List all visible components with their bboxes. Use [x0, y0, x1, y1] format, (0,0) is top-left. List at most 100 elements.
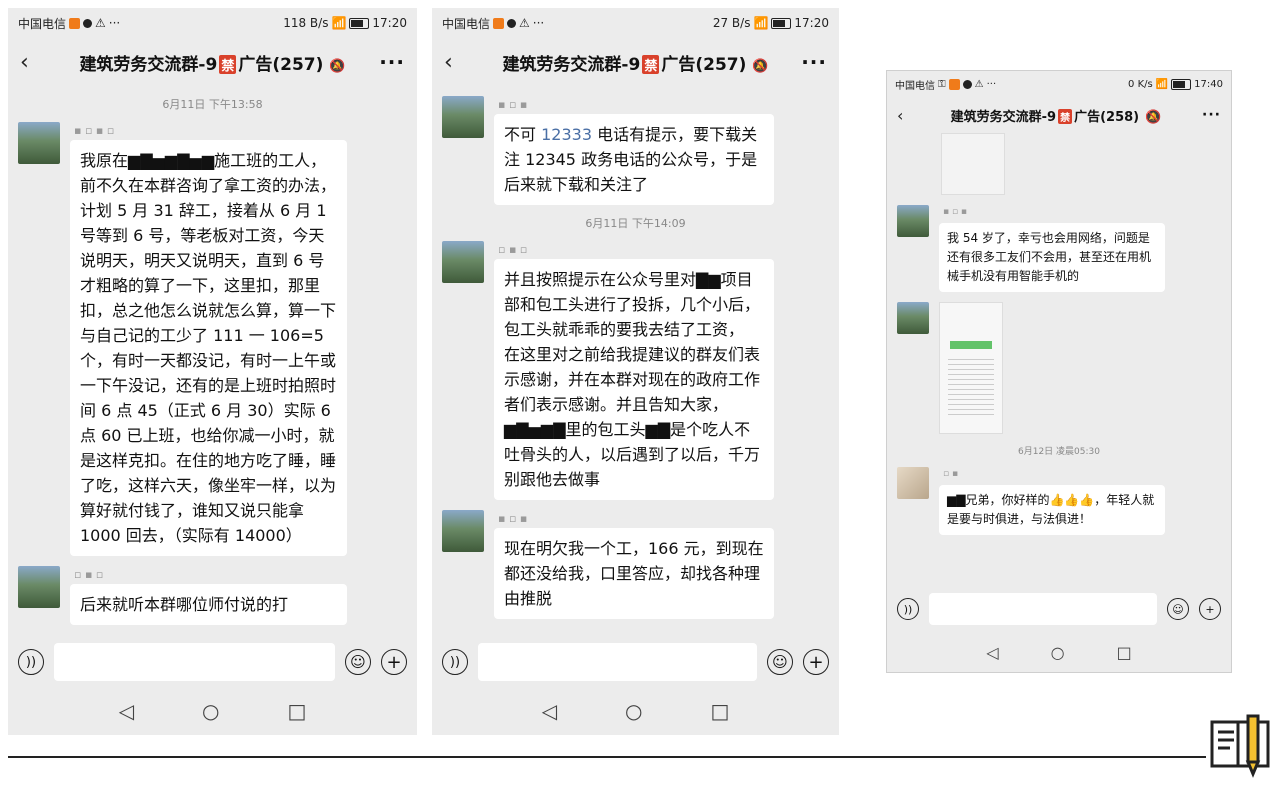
avatar[interactable]	[442, 510, 484, 552]
wifi-icon: 📶	[331, 16, 347, 30]
more-icon[interactable]: ···	[375, 50, 405, 74]
list-item: ▫ ▪ ▫ 并且按照提示在公众号里对▇▆项目部和包工头进行了投拆，几个小后，包工…	[442, 241, 829, 500]
sender-name-redacted: ▫ ▪	[943, 469, 959, 479]
chat-list[interactable]: 6月11日 下午13:58 ▪ ▫ ▪ ▫ 我原在▆▇▅▆▇▅▆施工班的工人，前…	[8, 86, 417, 637]
list-item: ▫ ▪ ▆▇兄弟，你好样的👍👍👍，年轻人就是要与时俱进，与法俱进！	[897, 467, 1221, 535]
list-item: ▪ ▫ ▪ 现在明欠我一个工，166 元，到现在都还没给我，口里答应，却找各种理…	[442, 510, 829, 619]
sender-name-redacted: ▪ ▫ ▪	[943, 207, 968, 217]
network-speed: 27 B/s	[712, 16, 751, 30]
back-icon[interactable]: ‹	[444, 50, 474, 75]
message-bubble[interactable]: 并且按照提示在公众号里对▇▆项目部和包工头进行了投拆，几个小后，包工头就乖乖的要…	[494, 259, 774, 500]
clock: 17:40	[1194, 78, 1223, 90]
timestamp: 6月12日 凌晨05:30	[1018, 447, 1100, 457]
chat-title: 建筑劳务交流群-9 禁广告(258) 🔕	[950, 108, 1162, 125]
plus-icon[interactable]: +	[381, 649, 407, 675]
chat-list[interactable]: ▪ ▫ ▪ 我 54 岁了，幸亏也会用网络，问题是还有很多工友们不会用，甚至还在…	[887, 133, 1231, 586]
avatar[interactable]	[897, 467, 929, 499]
redacted-text: ▆▇	[947, 493, 966, 507]
clock: 17:20	[794, 16, 829, 30]
wechat-notification-icon	[83, 18, 93, 28]
ban-badge: 禁	[219, 54, 237, 74]
message-input[interactable]	[478, 643, 757, 681]
back-icon[interactable]: ‹	[20, 50, 50, 75]
voice-icon[interactable]: ))	[442, 649, 468, 675]
battery-icon	[349, 17, 370, 29]
phone-number-link[interactable]: 12333	[541, 125, 592, 144]
wechat-notification-icon	[507, 18, 517, 28]
emoji-icon[interactable]: ☺	[767, 649, 793, 675]
avatar[interactable]	[897, 302, 929, 334]
redacted-text: ▆▇	[645, 420, 671, 439]
list-item: ▫ ▪ ▫ 后来就听本群哪位师付说的打	[18, 566, 407, 625]
voice-icon[interactable]: ))	[897, 598, 919, 620]
message-bubble[interactable]: 我原在▆▇▅▆▇▅▆施工班的工人，前不久在本群咨询了拿工资的办法，计划 5 月 …	[70, 140, 347, 556]
message-input[interactable]	[54, 643, 335, 681]
sender-name-redacted: ▪ ▫ ▪	[498, 98, 528, 111]
status-bar: 中国电信 ⚿ ⚠ ··· 0 K/s 📶 17:40	[895, 78, 1223, 92]
nav-back-icon[interactable]: ◁	[542, 699, 557, 723]
avatar[interactable]	[442, 96, 484, 138]
nav-recents-icon[interactable]: □	[710, 699, 729, 723]
app-notification-icon	[69, 17, 81, 29]
app-notification-icon	[493, 17, 505, 29]
emoji-icon[interactable]: ☺	[345, 649, 371, 675]
voice-icon[interactable]: ))	[18, 649, 44, 675]
nav-home-icon[interactable]: ○	[625, 699, 642, 723]
list-item: ▪ ▫ ▪ 我 54 岁了，幸亏也会用网络，问题是还有很多工友们不会用，甚至还在…	[897, 205, 1221, 292]
plus-icon[interactable]: +	[1199, 598, 1221, 620]
redacted-text: ▆▇▅▆▇	[504, 420, 566, 439]
mute-bell-icon: 🔕	[329, 58, 346, 74]
key-icon: ⚿	[938, 78, 946, 90]
phone-screenshot-2: 中国电信 ⚠ ··· 27 B/s 📶 17:20 ‹ 建筑劳务交流群-9 禁广告(257…	[432, 8, 839, 735]
status-bar: 中国电信 ⚠ ··· 27 B/s 📶 17:20	[442, 16, 829, 31]
system-nav-bar: ◁ ○ □	[432, 687, 839, 735]
battery-icon	[1171, 78, 1192, 90]
chat-list[interactable]: ▪ ▫ ▪ 不可 12333 电话有提示，要下载关注 12345 政务电话的公众…	[432, 86, 839, 637]
nav-home-icon[interactable]: ○	[202, 699, 219, 723]
nav-back-icon[interactable]: ◁	[119, 699, 134, 723]
battery-icon	[771, 17, 792, 29]
image-message-thumbnail[interactable]	[941, 133, 1005, 195]
app-notification-icon	[948, 78, 960, 90]
book-pen-icon	[1210, 714, 1270, 778]
back-icon[interactable]: ‹	[897, 106, 921, 125]
chat-title: 建筑劳务交流群-9 禁广告(257) 🔕	[502, 54, 769, 75]
nav-recents-icon[interactable]: □	[1117, 643, 1132, 662]
more-icon[interactable]: ···	[1191, 107, 1221, 123]
list-item: ▪ ▫ ▪ ▫ 我原在▆▇▅▆▇▅▆施工班的工人，前不久在本群咨询了拿工资的办法…	[18, 122, 407, 556]
message-bubble[interactable]: 我 54 岁了，幸亏也会用网络，问题是还有很多工友们不会用，甚至还在用机械手机没…	[939, 223, 1165, 292]
image-message-screenshot[interactable]	[939, 302, 1003, 434]
message-bubble[interactable]: 现在明欠我一个工，166 元，到现在都还没给我，口里答应，却找各种理由推脱	[494, 528, 774, 619]
input-bar: )) ☺ +	[887, 586, 1231, 632]
warning-icon: ⚠	[95, 16, 106, 30]
avatar[interactable]	[18, 566, 60, 608]
chat-header: ‹ 建筑劳务交流群-9 禁广告(258) 🔕 ···	[887, 97, 1231, 133]
phone-screenshot-1: 中国电信 ⚠ ··· 118 B/s 📶 17:20 ‹ 建筑劳务交流群-9 禁广告(25…	[8, 8, 417, 735]
nav-recents-icon[interactable]: □	[287, 699, 306, 723]
emoji-icon[interactable]: ☺	[1167, 598, 1189, 620]
avatar[interactable]	[18, 122, 60, 164]
wifi-icon: 📶	[753, 16, 769, 30]
avatar[interactable]	[442, 241, 484, 283]
redacted-text: ▆▇▅▆▇▅▆	[128, 151, 215, 170]
avatar[interactable]	[897, 205, 929, 237]
input-bar: )) ☺ +	[8, 637, 417, 687]
plus-icon[interactable]: +	[803, 649, 829, 675]
chat-title: 建筑劳务交流群-9 禁广告(257) 🔕	[79, 54, 346, 75]
input-bar: )) ☺ +	[432, 637, 839, 687]
nav-back-icon[interactable]: ◁	[986, 643, 998, 662]
more-icon[interactable]: ···	[797, 50, 827, 74]
mute-bell-icon: 🔕	[1145, 109, 1162, 125]
message-bubble[interactable]: 后来就听本群哪位师付说的打	[70, 584, 347, 625]
carrier-text: 中国电信	[895, 80, 935, 92]
network-speed: 0 K/s	[1128, 78, 1153, 90]
carrier-text: 中国电信	[442, 16, 491, 31]
message-bubble[interactable]: 不可 12333 电话有提示，要下载关注 12345 政务电话的公众号，于是后来…	[494, 114, 774, 205]
phone-screenshot-3: 中国电信 ⚿ ⚠ ··· 0 K/s 📶 17:40 ‹ 建筑劳务交流群-9 禁广告(258…	[886, 70, 1232, 673]
message-bubble[interactable]: ▆▇兄弟，你好样的👍👍👍，年轻人就是要与时俱进，与法俱进！	[939, 485, 1165, 535]
message-input[interactable]	[929, 593, 1157, 625]
ban-badge: 禁	[1058, 108, 1073, 124]
system-nav-bar: ◁ ○ □	[887, 632, 1231, 672]
carrier-text: 中国电信	[18, 16, 67, 31]
nav-home-icon[interactable]: ○	[1051, 643, 1065, 662]
